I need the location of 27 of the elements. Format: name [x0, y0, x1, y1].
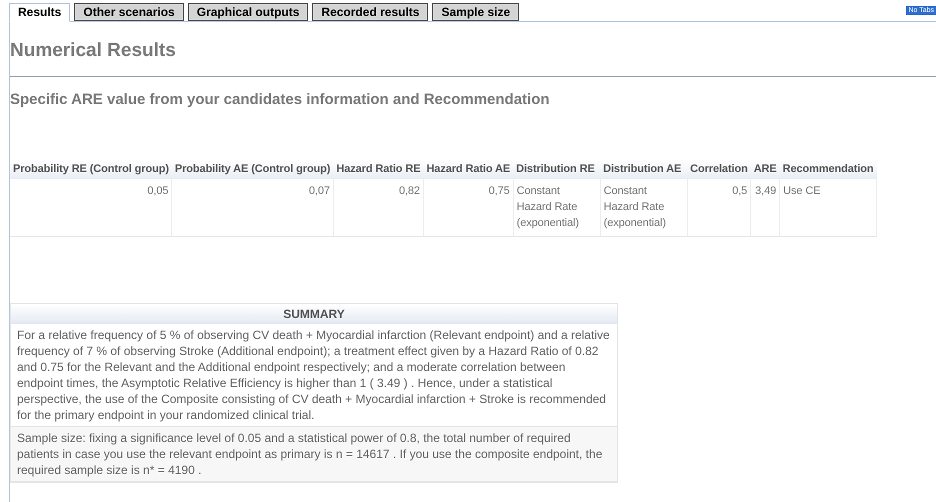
table-cell: 0,07: [172, 179, 334, 236]
table-cell: 0,5: [687, 179, 751, 236]
column-header: Correlation: [687, 159, 751, 179]
column-header: Distribution AE: [600, 159, 688, 179]
summary-text: Sample size: fixing a significance level of 0.05 and a statistical power of 0.8, the total number of required patients in case you use the relevant endpoint as primary is n = 14617 . If you use the composite endpoint, the required sample size is n* = 4190 .: [11, 427, 617, 482]
table-cell: Constant Hazard Rate (exponential): [600, 179, 688, 236]
page-heading: Numerical Results: [10, 39, 177, 63]
tab[interactable]: Recorded results: [312, 3, 428, 21]
tab[interactable]: Graphical outputs: [188, 3, 308, 21]
section-heading: Specific ARE value from your candidates information and Recommendation: [10, 90, 551, 110]
column-header: Distribution RE: [513, 159, 600, 179]
table-cell: 0,82: [333, 179, 424, 236]
tab[interactable]: Sample size: [432, 3, 520, 21]
column-header: Probability AE (Control group): [172, 159, 334, 179]
column-header: Recommendation: [780, 159, 877, 179]
table-cell: 3,49: [750, 179, 780, 236]
column-header: Probability RE (Control group): [10, 159, 172, 179]
table-cell: 0,75: [423, 179, 514, 236]
table-cell: Constant Hazard Rate (exponential): [513, 179, 600, 236]
column-header: Hazard Ratio AE: [423, 159, 514, 179]
tab[interactable]: Other scenarios: [74, 3, 184, 21]
tab[interactable]: Results: [9, 3, 70, 22]
column-header: ARE: [750, 159, 780, 179]
table-cell: Use CE: [780, 179, 877, 236]
column-header: Hazard Ratio RE: [333, 159, 424, 179]
summary-title: SUMMARY: [11, 304, 617, 324]
table-cell: 0,05: [10, 179, 172, 236]
